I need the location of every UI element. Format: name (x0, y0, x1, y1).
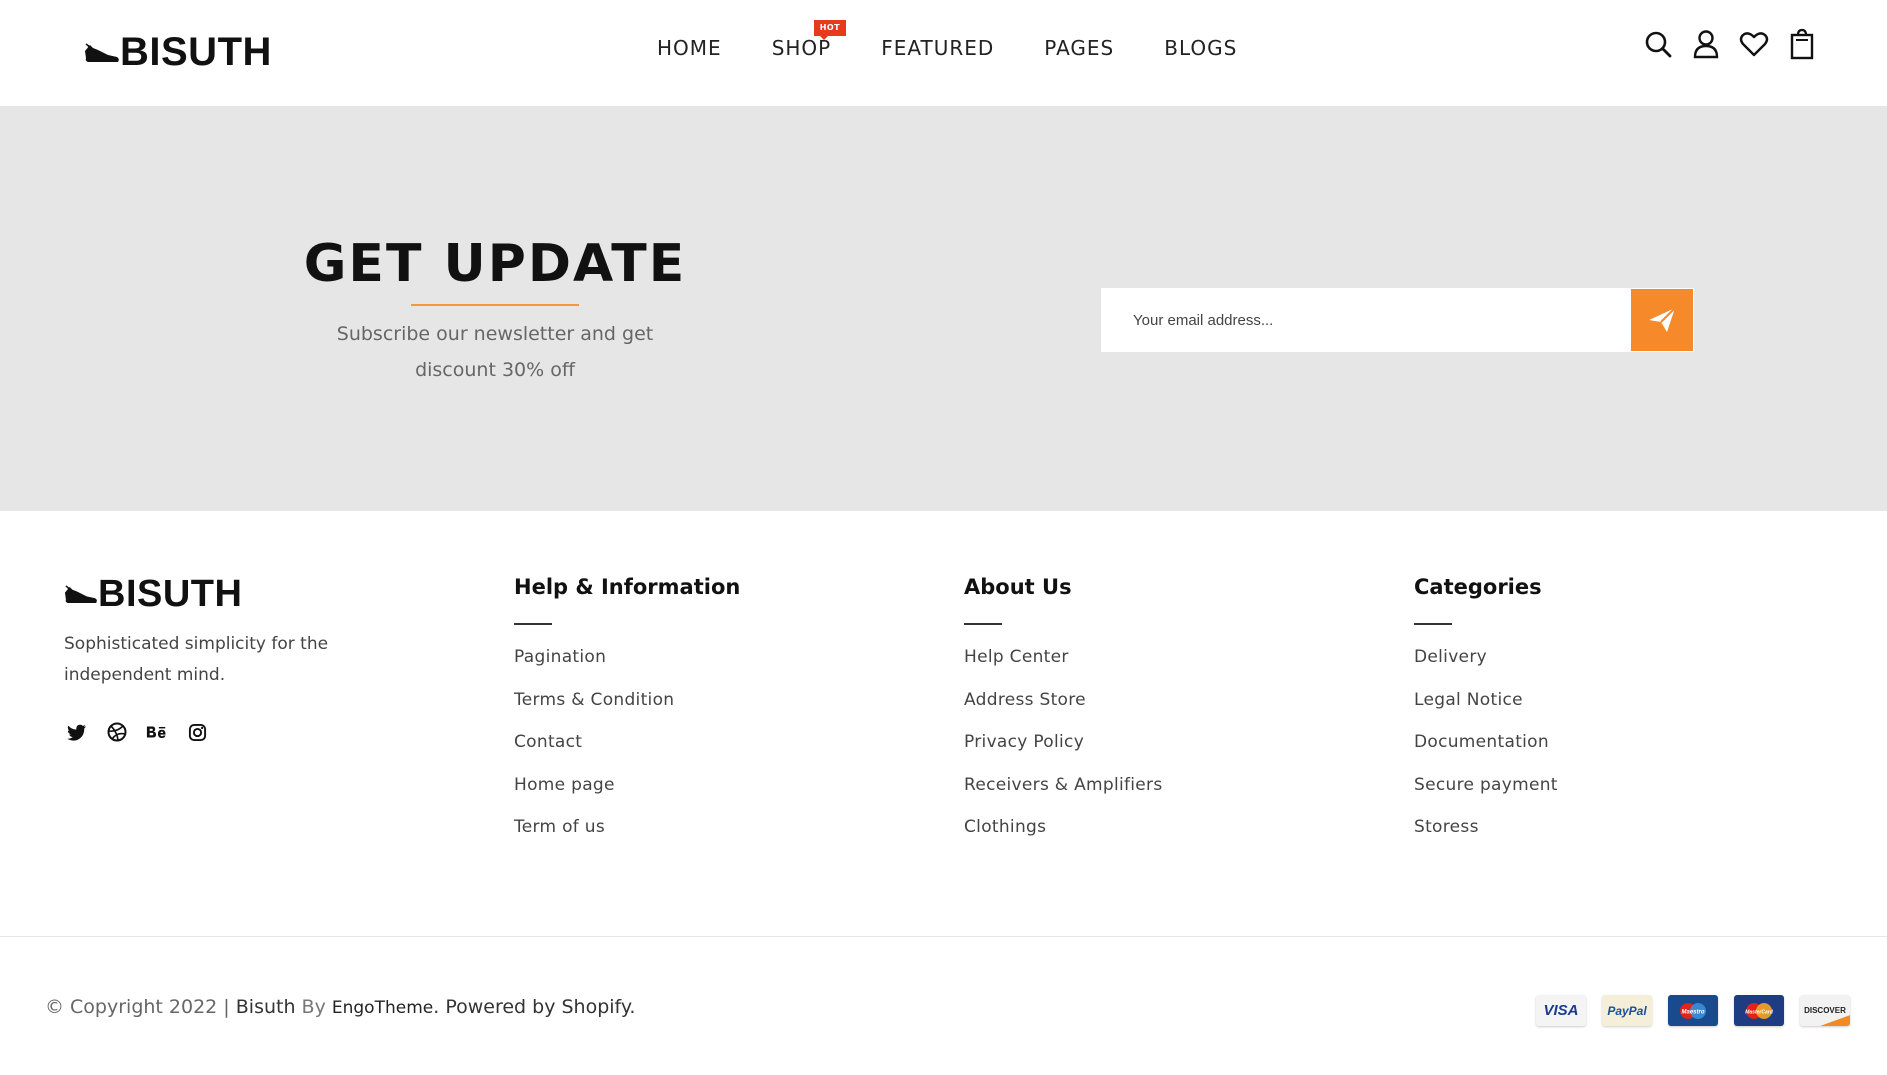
shoe-icon (85, 42, 119, 62)
footer-link-contact[interactable]: Contact (514, 730, 740, 773)
heart-icon[interactable] (1739, 28, 1769, 60)
paper-plane-icon (1649, 307, 1676, 332)
footer-col-title: Categories (1414, 575, 1542, 599)
newsletter-section: GET UPDATE Subscribe our newsletter and … (0, 106, 1887, 511)
footer-link-receivers[interactable]: Receivers & Amplifiers (964, 773, 1163, 816)
footer-col-title: Help & Information (514, 575, 741, 599)
shopping-bag-icon[interactable] (1787, 28, 1817, 60)
footer-link-clothings[interactable]: Clothings (964, 815, 1163, 858)
email-field[interactable] (1101, 288, 1630, 352)
site-header: BISUTH HOME SHOP HOT FEATURED PAGES BLOG… (0, 0, 1887, 106)
footer-col-help: Help & Information Pagination Terms & Co… (514, 575, 740, 858)
mastercard-icon: MasterCard (1734, 995, 1784, 1026)
paypal-card-icon: PayPal (1602, 995, 1652, 1026)
engotheme-link[interactable]: EngoTheme (332, 998, 433, 1018)
title-divider (514, 623, 552, 625)
dribbble-icon[interactable] (106, 721, 128, 743)
search-icon[interactable] (1643, 28, 1673, 60)
nav-featured-label: FEATURED (881, 36, 995, 60)
footer-link-address-store[interactable]: Address Store (964, 688, 1163, 731)
footer-divider (0, 936, 1887, 937)
nav-home[interactable]: HOME (657, 36, 722, 60)
maestro-card-icon: Maestro (1668, 995, 1718, 1026)
behance-icon[interactable] (146, 721, 168, 743)
nav-pages-label: PAGES (1044, 36, 1115, 60)
footer-links: Help Center Address Store Privacy Policy… (964, 645, 1163, 858)
title-divider (1414, 623, 1452, 625)
title-divider (964, 623, 1002, 625)
social-links (66, 721, 208, 743)
copyright-by: By (295, 996, 332, 1018)
footer-link-storess[interactable]: Storess (1414, 815, 1558, 858)
site-logo[interactable]: BISUTH (84, 30, 272, 75)
copyright-brand-link[interactable]: Bisuth (236, 996, 296, 1018)
discover-label: DISCOVER (1804, 1006, 1846, 1015)
footer-link-secure-payment[interactable]: Secure payment (1414, 773, 1558, 816)
payment-methods: VISA PayPal Maestro MasterCard DISCOVER (1536, 995, 1850, 1026)
footer-link-pagination[interactable]: Pagination (514, 645, 740, 688)
site-footer: BISUTH Sophisticated simplicity for the … (0, 511, 1887, 936)
footer-logo-text: BISUTH (98, 573, 243, 615)
footer-col-categories: Categories Delivery Legal Notice Documen… (1414, 575, 1558, 858)
nav-blogs[interactable]: BLOGS (1164, 36, 1237, 60)
newsletter-title: GET UPDATE (303, 234, 687, 294)
powered-by-text: . Powered by Shopify. (433, 996, 636, 1018)
footer-link-legal-notice[interactable]: Legal Notice (1414, 688, 1558, 731)
instagram-icon[interactable] (186, 721, 208, 743)
footer-link-term-of-us[interactable]: Term of us (514, 815, 740, 858)
shoe-icon (64, 585, 97, 603)
footer-col-title: About Us (964, 575, 1072, 599)
hot-badge: HOT (813, 20, 847, 40)
footer-links: Delivery Legal Notice Documentation Secu… (1414, 645, 1558, 858)
footer-link-help-center[interactable]: Help Center (964, 645, 1163, 688)
header-actions (1643, 28, 1817, 60)
nav-home-label: HOME (657, 36, 722, 60)
footer-link-documentation[interactable]: Documentation (1414, 730, 1558, 773)
footer-logo[interactable]: BISUTH (64, 573, 242, 616)
main-nav: HOME SHOP HOT FEATURED PAGES BLOGS (657, 20, 1237, 60)
nav-blogs-label: BLOGS (1164, 36, 1238, 60)
subscribe-button[interactable] (1631, 289, 1693, 351)
nav-shop[interactable]: SHOP HOT (772, 20, 847, 60)
footer-col-about: About Us Help Center Address Store Priva… (964, 575, 1163, 858)
nav-featured[interactable]: FEATURED (881, 36, 994, 60)
paypal-label: PayPal (1607, 1003, 1647, 1018)
title-underline (411, 304, 579, 306)
visa-label: VISA (1543, 1002, 1579, 1019)
footer-links: Pagination Terms & Condition Contact Hom… (514, 645, 740, 858)
logo-text: BISUTH (120, 30, 272, 74)
footer-link-home[interactable]: Home page (514, 773, 740, 816)
newsletter-subtitle: Subscribe our newsletter and get discoun… (336, 323, 654, 381)
discover-card-icon: DISCOVER (1800, 995, 1850, 1026)
twitter-icon[interactable] (66, 721, 88, 743)
visa-card-icon: VISA (1536, 995, 1586, 1026)
footer-link-privacy[interactable]: Privacy Policy (964, 730, 1163, 773)
footer-link-terms[interactable]: Terms & Condition (514, 688, 740, 731)
copyright-prefix: © Copyright 2022 | (45, 996, 236, 1018)
user-icon[interactable] (1691, 28, 1721, 60)
footer-link-delivery[interactable]: Delivery (1414, 645, 1558, 688)
copyright-text: © Copyright 2022 | Bisuth By EngoTheme. … (45, 996, 635, 1018)
mastercard-label: MasterCard (1745, 1009, 1773, 1015)
maestro-label: Maestro (1681, 1009, 1704, 1015)
nav-pages[interactable]: PAGES (1044, 36, 1114, 60)
newsletter-form (1101, 288, 1694, 352)
footer-about-text: Sophisticated simplicity for the indepen… (64, 634, 329, 685)
